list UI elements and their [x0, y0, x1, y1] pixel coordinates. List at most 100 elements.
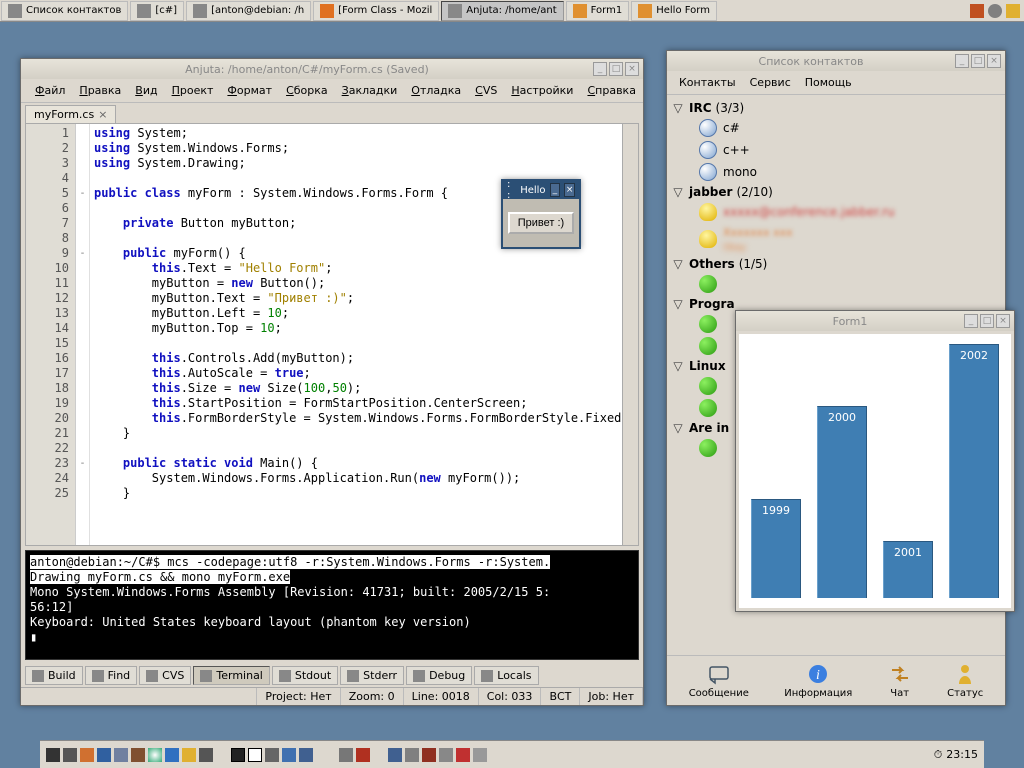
contact-group[interactable]: ▽jabber (2/10): [671, 183, 1001, 201]
contact-item[interactable]: c#: [671, 117, 1001, 139]
task-term[interactable]: [anton@debian: /h: [186, 1, 311, 21]
menu-файл[interactable]: Файл: [29, 82, 71, 99]
tool-chat[interactable]: Чат: [888, 662, 912, 699]
bottom-tab-stdout[interactable]: Stdout: [272, 666, 338, 685]
panel-workspace-icon[interactable]: [231, 748, 245, 762]
icq-icon: [699, 337, 717, 355]
menu-справка[interactable]: Справка: [581, 82, 641, 99]
panel-tray-icon[interactable]: [456, 748, 470, 762]
tool-info[interactable]: iИнформация: [784, 662, 852, 699]
minimize-button[interactable]: _: [955, 54, 969, 68]
menu-вид[interactable]: Вид: [129, 82, 163, 99]
panel-mail-icon[interactable]: [114, 748, 128, 762]
contact-group[interactable]: ▽IRC (3/3): [671, 99, 1001, 117]
minimize-button[interactable]: _: [593, 62, 607, 76]
titlebar[interactable]: Anjuta: /home/anton/C#/myForm.cs (Saved)…: [21, 59, 643, 79]
bottom-panel: ⏱ 23:15: [40, 740, 984, 768]
panel-tray-icon[interactable]: [265, 748, 279, 762]
ide-window: Anjuta: /home/anton/C#/myForm.cs (Saved)…: [20, 58, 644, 706]
maximize-button[interactable]: □: [609, 62, 623, 76]
tray-icon-3[interactable]: [1006, 4, 1020, 18]
close-button[interactable]: ×: [996, 314, 1010, 328]
bottom-tab-terminal[interactable]: Terminal: [193, 666, 270, 685]
task-contacts[interactable]: Список контактов: [1, 1, 128, 21]
tab-close-icon[interactable]: ×: [98, 108, 107, 121]
panel-app-icon[interactable]: [165, 748, 179, 762]
titlebar[interactable]: : :Hello _ ×: [503, 181, 579, 199]
task-form1[interactable]: Form1: [566, 1, 630, 21]
menu-service[interactable]: Сервис: [744, 74, 797, 91]
clock[interactable]: ⏱ 23:15: [934, 748, 978, 762]
task-hello[interactable]: Hello Form: [631, 1, 717, 21]
terminal-pane[interactable]: anton@debian:~/C#$ mcs -codepage:utf8 -r…: [25, 550, 639, 660]
menu-help[interactable]: Помощь: [799, 74, 858, 91]
panel-globe-icon[interactable]: [148, 748, 162, 762]
panel-show-desktop-icon[interactable]: [46, 748, 60, 762]
tray-icon-2[interactable]: [988, 4, 1002, 18]
menu-настройки[interactable]: Настройки: [505, 82, 579, 99]
menu-cvs[interactable]: CVS: [469, 82, 503, 99]
close-button[interactable]: ×: [564, 183, 575, 197]
status-project: Project: Нет: [257, 688, 340, 705]
panel-workspace-icon[interactable]: [248, 748, 262, 762]
menu-правка[interactable]: Правка: [73, 82, 127, 99]
panel-media-icon[interactable]: [131, 748, 145, 762]
maximize-button[interactable]: □: [980, 314, 994, 328]
panel-tray-icon[interactable]: [439, 748, 453, 762]
minimize-button[interactable]: _: [550, 183, 561, 197]
menu-сборка[interactable]: Сборка: [280, 82, 334, 99]
chat-icon: [888, 662, 912, 686]
close-button[interactable]: ×: [625, 62, 639, 76]
panel-browser-icon[interactable]: [97, 748, 111, 762]
tray-icon-1[interactable]: [970, 4, 984, 18]
panel-tray-icon[interactable]: [422, 748, 436, 762]
window-title: Список контактов: [671, 55, 951, 68]
bottom-tab-stderr[interactable]: Stderr: [340, 666, 404, 685]
contact-item[interactable]: Xxxxxxx xxxOkay: [671, 223, 1001, 255]
panel-tray-icon[interactable]: [356, 748, 370, 762]
contact-item[interactable]: [671, 273, 1001, 295]
task-csharp[interactable]: [c#]: [130, 1, 184, 21]
menu-формат[interactable]: Формат: [221, 82, 278, 99]
panel-tray-icon[interactable]: [388, 748, 402, 762]
hello-button[interactable]: Привет :): [508, 212, 574, 234]
editor-tab[interactable]: myForm.cs×: [25, 105, 116, 123]
panel-tray-icon[interactable]: [473, 748, 487, 762]
bottom-tab-build[interactable]: Build: [25, 666, 83, 685]
panel-home-icon[interactable]: [80, 748, 94, 762]
maximize-button[interactable]: □: [971, 54, 985, 68]
task-mozilla[interactable]: [Form Class - Mozil: [313, 1, 439, 21]
close-button[interactable]: ×: [987, 54, 1001, 68]
tool-status[interactable]: Статус: [947, 662, 983, 699]
menu-contacts[interactable]: Контакты: [673, 74, 742, 91]
contacts-menubar: Контакты Сервис Помощь: [667, 71, 1005, 95]
bottom-tab-cvs[interactable]: CVS: [139, 666, 191, 685]
panel-terminal-icon[interactable]: [63, 748, 77, 762]
statusbar: Project: Нет Zoom: 0 Line: 0018 Col: 033…: [21, 687, 643, 705]
panel-editor-icon[interactable]: [199, 748, 213, 762]
titlebar[interactable]: Form1 _□×: [736, 311, 1014, 331]
panel-tray-icon[interactable]: [405, 748, 419, 762]
titlebar[interactable]: Список контактов _□×: [667, 51, 1005, 71]
panel-user-icon[interactable]: [182, 748, 196, 762]
bottom-tab-find[interactable]: Find: [85, 666, 138, 685]
bottom-tab-locals[interactable]: Locals: [474, 666, 538, 685]
task-anjuta[interactable]: Anjuta: /home/ant: [441, 1, 563, 21]
menu-закладки[interactable]: Закладки: [336, 82, 404, 99]
minimize-button[interactable]: _: [964, 314, 978, 328]
menu-отладка[interactable]: Отладка: [405, 82, 467, 99]
contact-group[interactable]: ▽Others (1/5): [671, 255, 1001, 273]
tool-message[interactable]: Сообщение: [689, 662, 749, 699]
panel-tray-icon[interactable]: [299, 748, 313, 762]
contact-item[interactable]: xxxxx@conference.jabber.ru: [671, 201, 1001, 223]
contact-item[interactable]: c++: [671, 139, 1001, 161]
panel-tray-icon[interactable]: [282, 748, 296, 762]
menu-проект[interactable]: Проект: [166, 82, 220, 99]
bottom-tab-debug[interactable]: Debug: [406, 666, 472, 685]
chart-bar: 2000: [817, 406, 867, 598]
panel-tray-icon[interactable]: [339, 748, 353, 762]
status-col: Col: 033: [479, 688, 542, 705]
scrollbar[interactable]: [622, 124, 638, 545]
contact-item[interactable]: mono: [671, 161, 1001, 183]
fold-column[interactable]: - - -: [76, 124, 90, 545]
